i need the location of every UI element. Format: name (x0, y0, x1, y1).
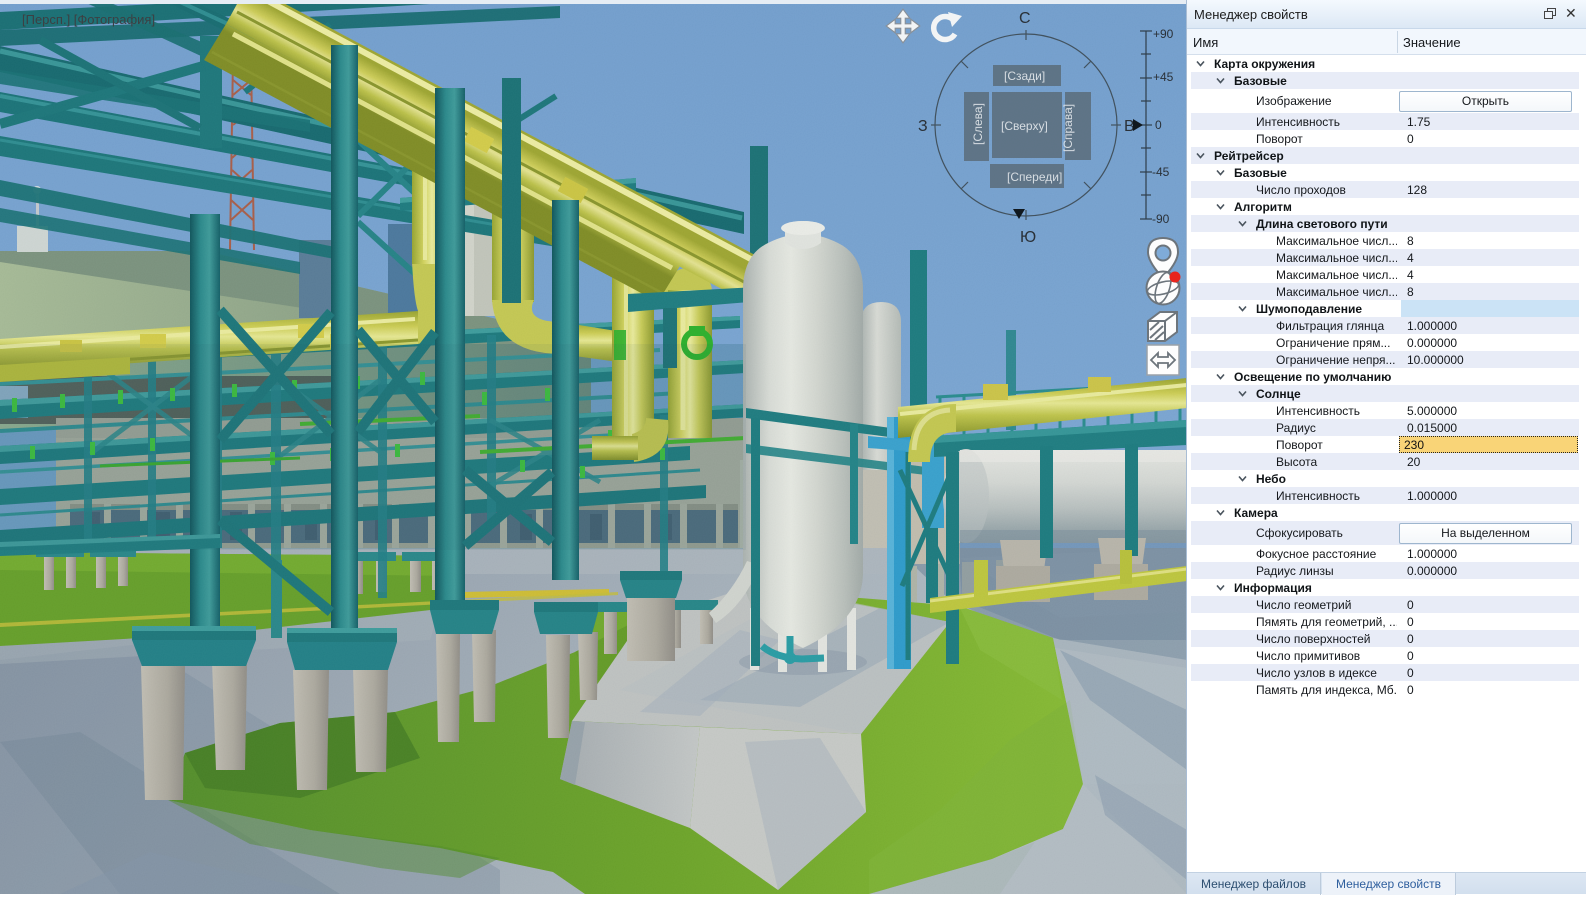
svg-text:-90: -90 (1152, 212, 1170, 226)
svg-text:[Слева]: [Слева] (971, 103, 985, 145)
svg-text:+90: +90 (1153, 27, 1174, 41)
svg-text:[Спереди]: [Спереди] (1007, 170, 1062, 184)
svg-text:[Сверху]: [Сверху] (1001, 119, 1048, 133)
svg-text:[Персп.] [Фотография]: [Персп.] [Фотография] (22, 12, 155, 27)
svg-text:[Справа]: [Справа] (1061, 104, 1075, 152)
svg-text:Ю: Ю (1020, 229, 1036, 246)
svg-text:-45: -45 (1152, 165, 1170, 179)
svg-text:С: С (1019, 10, 1031, 27)
svg-text:+45: +45 (1153, 70, 1174, 84)
svg-text:З: З (918, 118, 928, 135)
svg-text:0: 0 (1155, 118, 1162, 132)
svg-text:[Сзади]: [Сзади] (1004, 69, 1045, 83)
